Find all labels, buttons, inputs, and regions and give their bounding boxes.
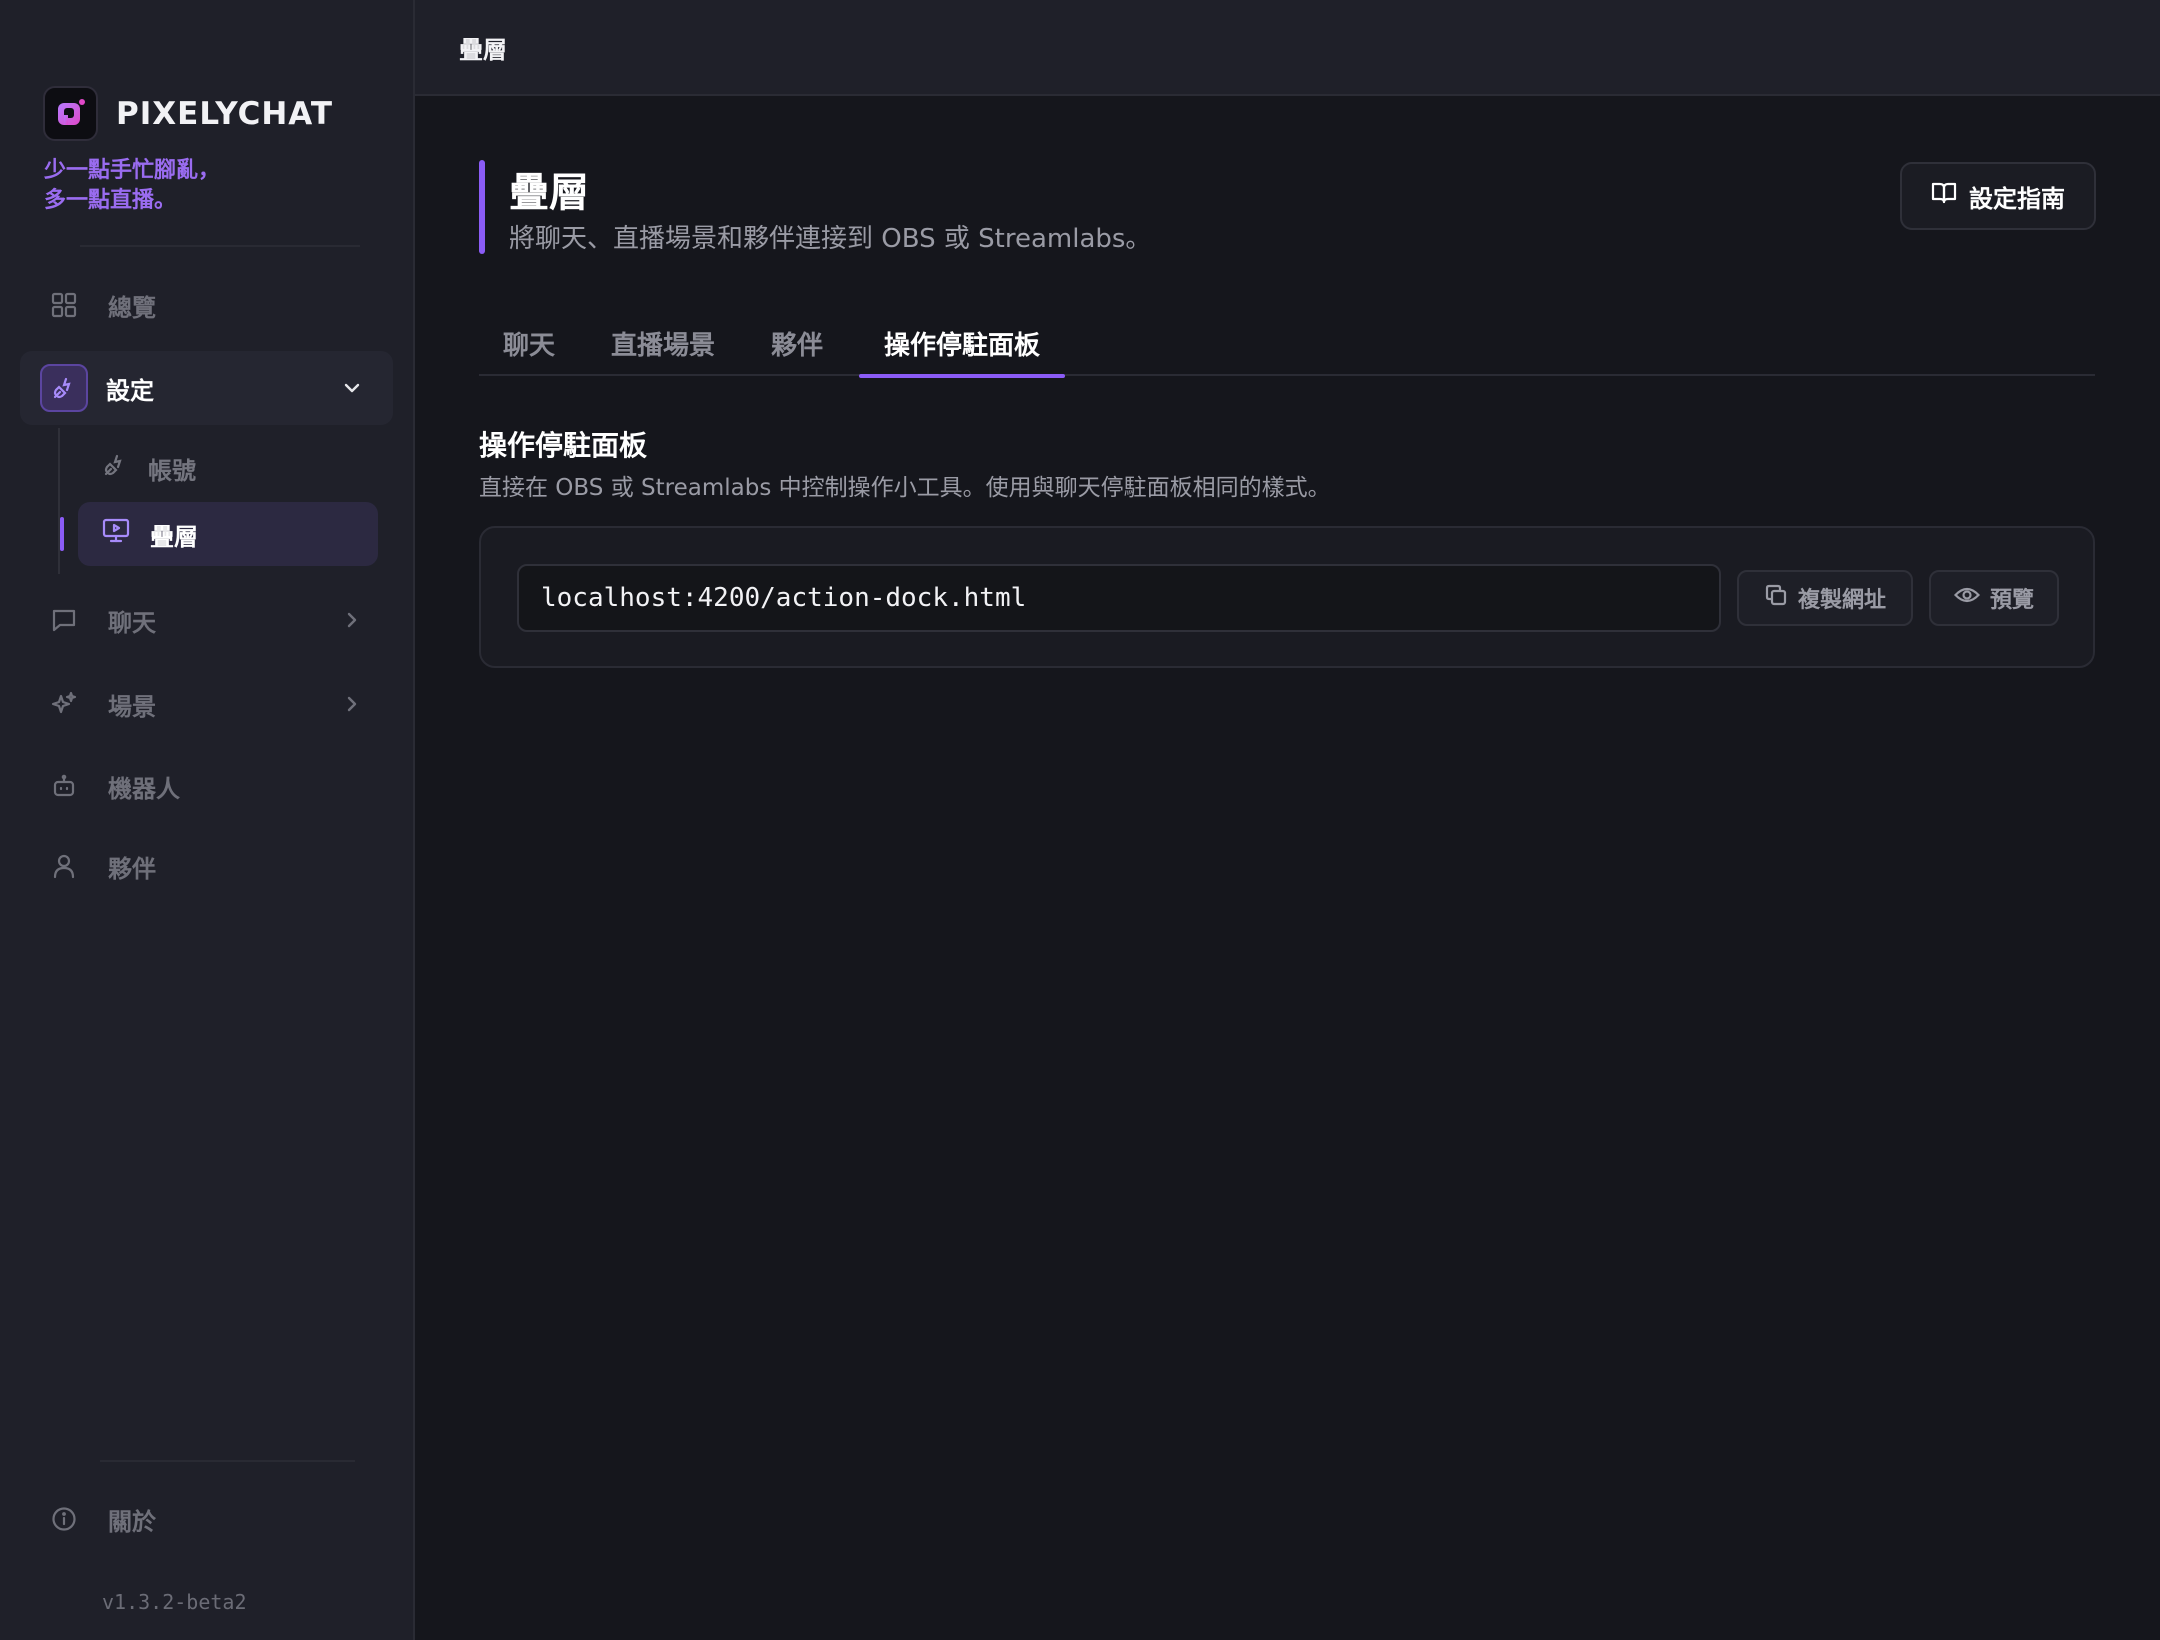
chat-bubble-icon [50, 606, 78, 634]
book-icon [1931, 181, 1957, 212]
sidebar-divider-top [80, 245, 360, 247]
grid-icon [50, 291, 78, 319]
overlay-tabs: 聊天 直播場景 夥伴 操作停駐面板 [479, 310, 2095, 378]
chevron-right-icon [341, 693, 363, 721]
robot-icon [50, 772, 78, 800]
sidebar-item-label: 總覽 [108, 293, 156, 322]
main-content: 疊層 疊層 將聊天、直播場景和夥伴連接到 OBS 或 Streamlabs。 設… [415, 0, 2160, 1640]
tab-chat[interactable]: 聊天 [479, 310, 579, 376]
page-title-accent [479, 160, 485, 254]
sidebar-item-label: 關於 [108, 1507, 156, 1536]
sparkle-icon [50, 690, 78, 718]
setup-guide-label: 設定指南 [1969, 185, 2065, 213]
page-title: 疊層 [509, 170, 589, 216]
sidebar-item-about[interactable]: 關於 [20, 1482, 393, 1556]
eye-icon [1953, 585, 1981, 611]
sidebar-item-label: 聊天 [108, 608, 156, 637]
app-version: v1.3.2-beta2 [102, 1590, 247, 1614]
sidebar-item-scenes[interactable]: 場景 [20, 667, 393, 741]
tab-live-scenes[interactable]: 直播場景 [589, 310, 737, 376]
brand-name: PIXELYCHAT [116, 95, 334, 132]
copy-icon [1764, 583, 1788, 613]
sidebar-item-label: 夥伴 [108, 854, 156, 883]
user-icon [50, 852, 78, 880]
topbar: 疊層 [415, 0, 2160, 96]
brand[interactable]: PIXELYCHAT [43, 86, 333, 141]
setup-guide-button[interactable]: 設定指南 [1900, 162, 2096, 230]
tagline-line-2: 多一點直播。 [44, 188, 177, 213]
submenu-rail [58, 428, 60, 574]
sidebar-item-chat[interactable]: 聊天 [20, 583, 393, 657]
tab-action-dock[interactable]: 操作停駐面板 [859, 310, 1065, 378]
page-subtitle: 將聊天、直播場景和夥伴連接到 OBS 或 Streamlabs。 [509, 224, 1152, 254]
copy-url-button[interactable]: 複製網址 [1737, 570, 1913, 626]
sidebar-item-settings[interactable]: 設定 [20, 351, 393, 425]
submenu-active-indicator [60, 517, 64, 551]
sidebar-subitem-label: 帳號 [148, 456, 196, 485]
monitor-play-icon [102, 518, 130, 550]
sidebar-item-label: 機器人 [108, 774, 180, 803]
sidebar: PIXELYCHAT 少一點手忙腳亂， 多一點直播。 總覽 設定 帳號 疊層 聊… [0, 0, 415, 1640]
sidebar-item-overview[interactable]: 總覽 [20, 268, 393, 342]
sidebar-subitem-overlays[interactable]: 疊層 [78, 502, 378, 566]
brand-tagline: 少一點手忙腳亂， 多一點直播。 [44, 156, 220, 216]
overlay-url-input[interactable] [517, 564, 1721, 632]
section-title: 操作停駐面板 [479, 429, 648, 462]
url-card: 複製網址 預覽 [479, 526, 2095, 668]
app-root: PIXELYCHAT 少一點手忙腳亂， 多一點直播。 總覽 設定 帳號 疊層 聊… [0, 0, 2160, 1640]
sidebar-item-partners[interactable]: 夥伴 [20, 829, 393, 903]
info-icon [50, 1505, 78, 1533]
topbar-title: 疊層 [459, 35, 507, 64]
sidebar-subitem-label: 疊層 [150, 522, 198, 551]
pixelychat-logo-icon [43, 86, 98, 141]
sidebar-divider-bottom [100, 1460, 355, 1462]
preview-label: 預覽 [1989, 587, 2034, 612]
sidebar-item-bot[interactable]: 機器人 [20, 749, 393, 823]
copy-url-label: 複製網址 [1797, 587, 1886, 612]
tab-partners[interactable]: 夥伴 [747, 310, 847, 376]
plug-icon [40, 364, 88, 412]
preview-button[interactable]: 預覽 [1929, 570, 2059, 626]
section-description: 直接在 OBS 或 Streamlabs 中控制操作小工具。使用與聊天停駐面板相… [479, 475, 1331, 501]
sidebar-item-label: 設定 [106, 376, 154, 405]
sidebar-subitem-account[interactable]: 帳號 [78, 436, 378, 500]
chevron-down-icon [341, 377, 363, 405]
plug-icon [102, 452, 128, 484]
chevron-right-icon [341, 609, 363, 637]
tagline-line-1: 少一點手忙腳亂， [44, 158, 221, 183]
sidebar-item-label: 場景 [108, 692, 156, 721]
